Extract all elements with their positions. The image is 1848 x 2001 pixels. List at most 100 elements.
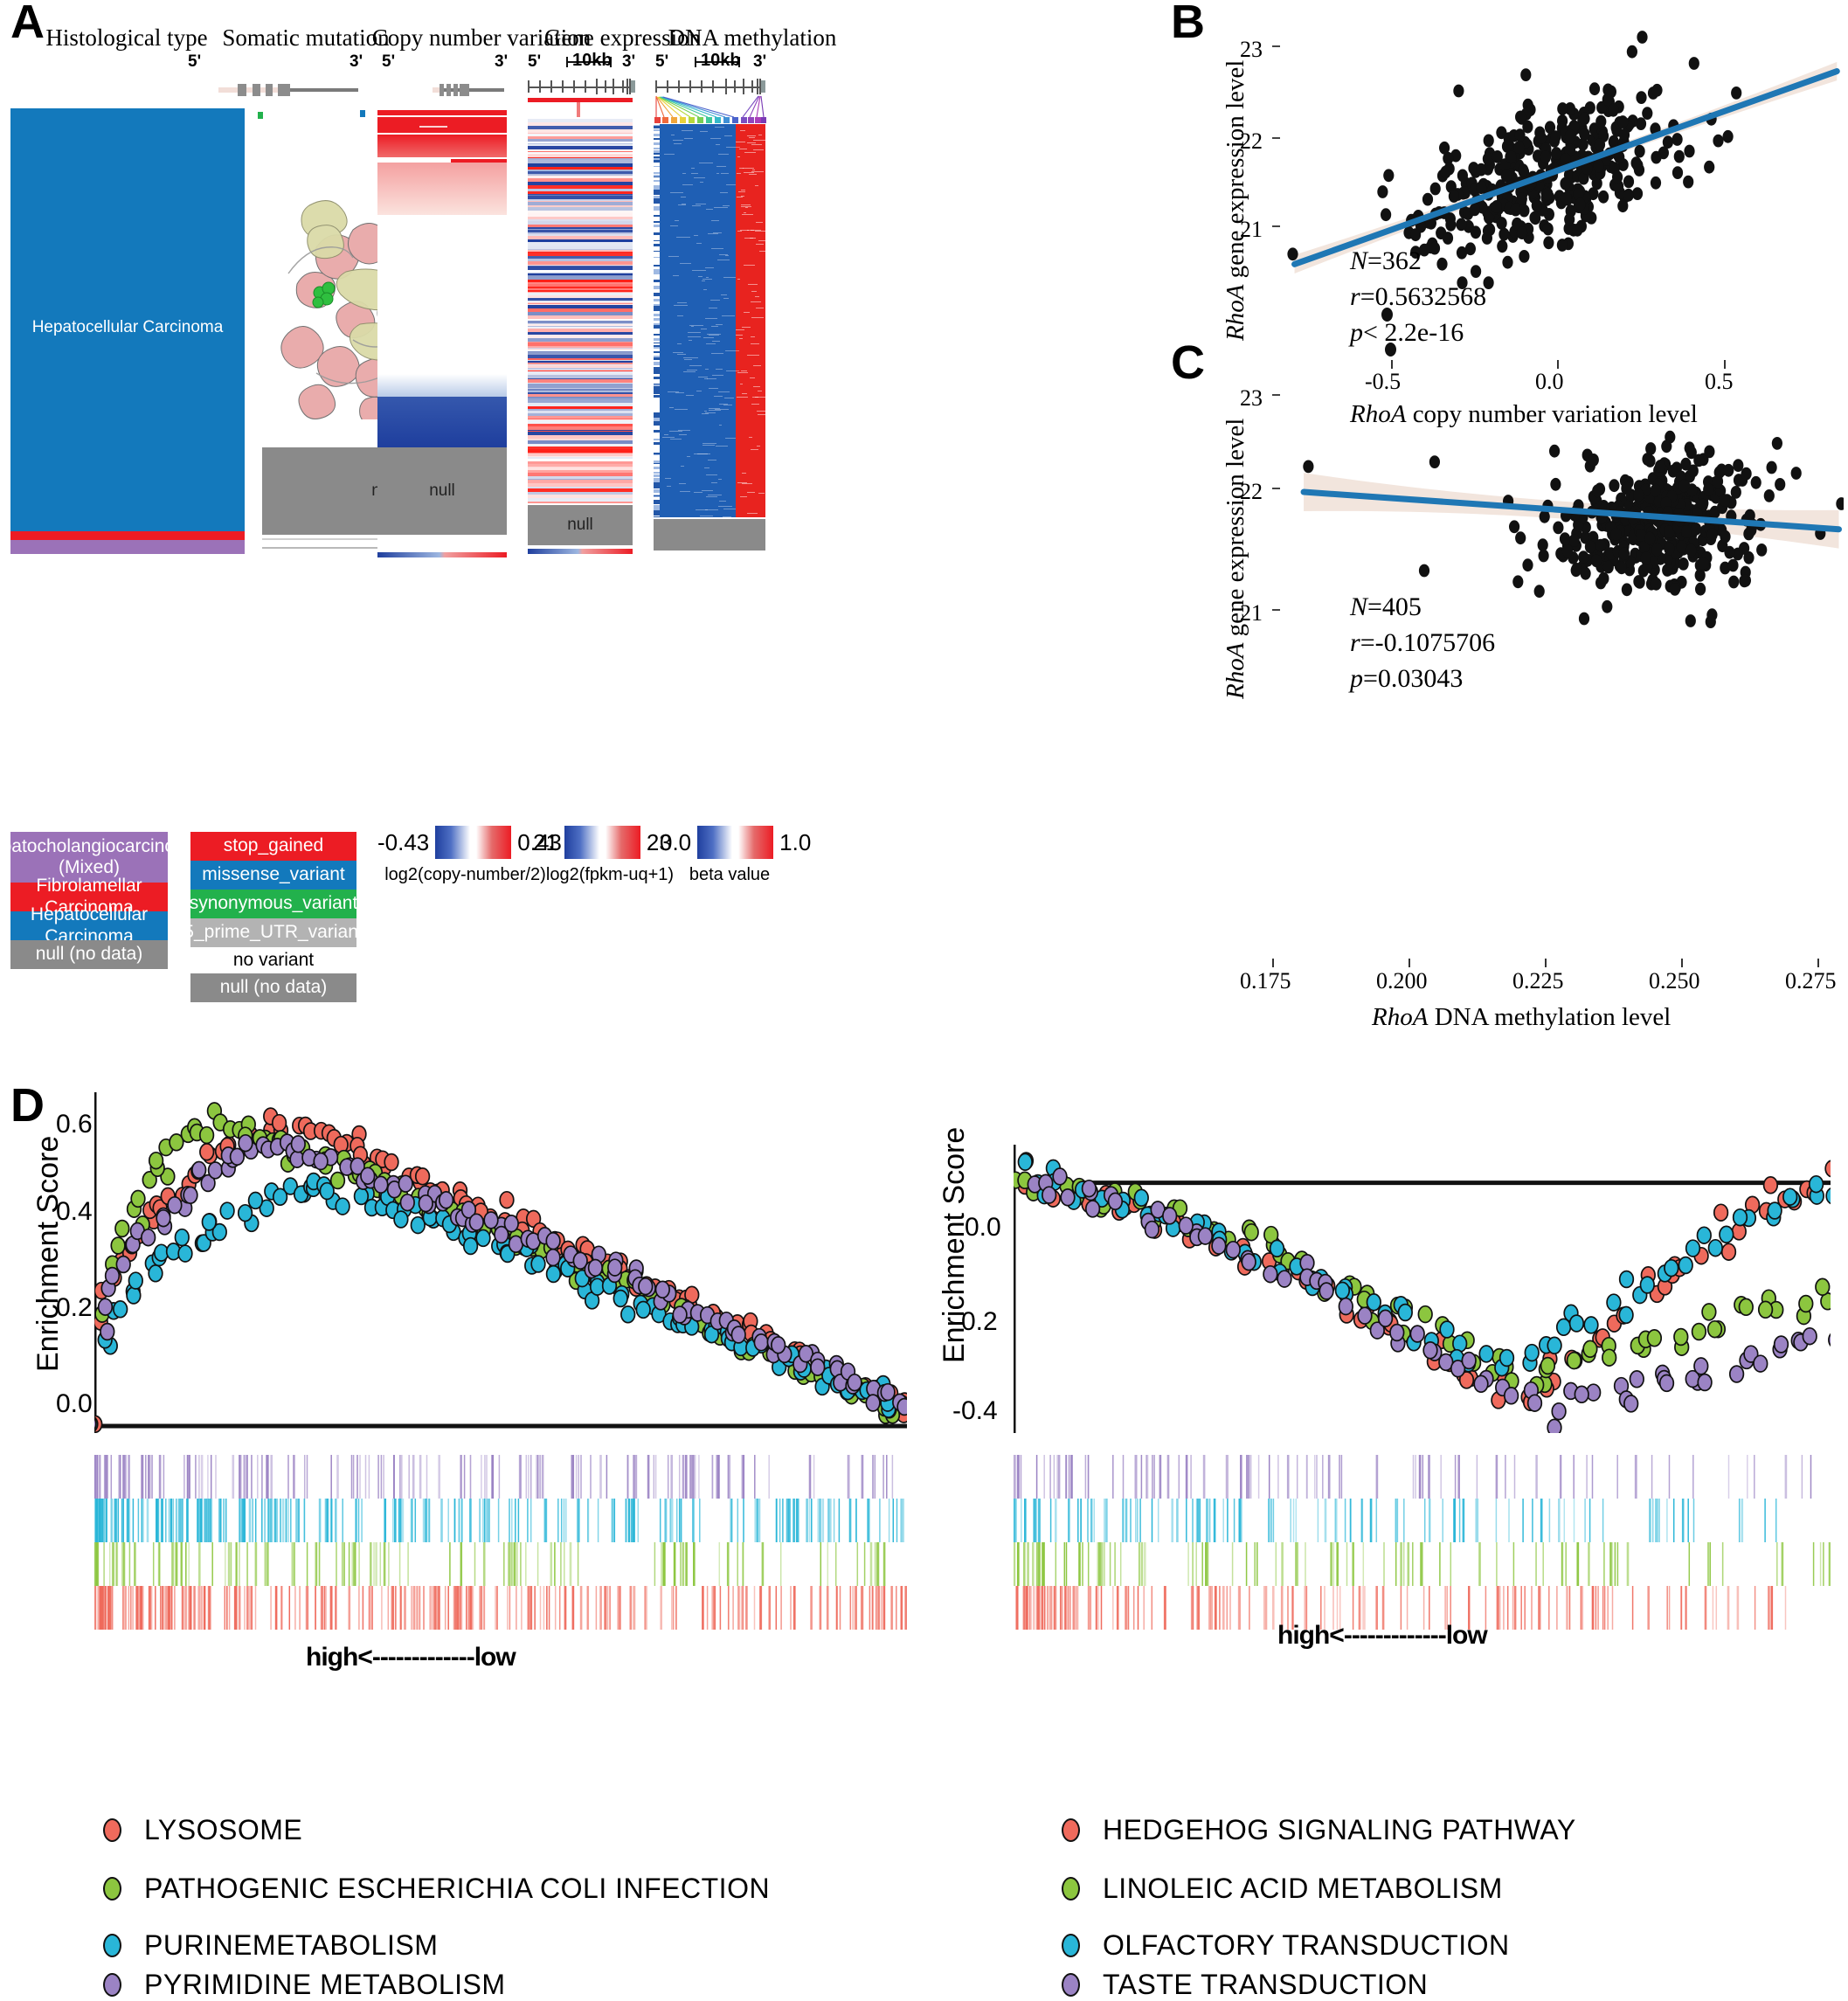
panel-d-left-enrichment-plot <box>94 1092 907 1433</box>
panel-d-right-rank-rug <box>1014 1455 1831 1630</box>
methylation-speckle <box>686 395 694 396</box>
methylation-speckle <box>740 130 745 131</box>
panel-b-stat-r-sym: r <box>1350 282 1360 311</box>
methylation-speckle <box>682 173 686 174</box>
three-prime-label-cnv: 3' <box>495 52 509 71</box>
methylation-speckle <box>718 506 732 507</box>
legend-dot-linoleic-acid <box>1062 1877 1080 1901</box>
cnv-null-label: null <box>429 481 455 500</box>
methylation-speckle <box>757 446 760 447</box>
methylation-speckle <box>753 386 760 387</box>
methylation-speckle <box>664 434 668 435</box>
gene-expression-bottom-strip <box>528 549 633 554</box>
colorbar-expression-min: 21 <box>533 828 558 855</box>
three-prime-label-mutation: 3' <box>350 52 363 71</box>
methylation-speckle <box>662 437 675 438</box>
ruler-gene-expression <box>528 79 635 94</box>
methylation-speckle <box>676 237 690 238</box>
legend-label-taste-transduction: TASTE TRANSDUCTION <box>1103 1969 1429 2000</box>
methylation-speckle <box>716 446 728 447</box>
panel-d-left-ytick-04: 0.4 <box>56 1197 93 1226</box>
panel-c-stat-n-val: =405 <box>1367 592 1422 621</box>
panel-d-left-rank-label: high<-------------low <box>306 1643 516 1672</box>
methylation-speckle <box>682 130 693 131</box>
methylation-speckle <box>747 142 756 143</box>
methylation-speckle <box>750 238 756 239</box>
legend-d-left-item-0: LYSOSOME <box>103 1814 302 1846</box>
methylation-speckle <box>702 413 709 414</box>
panel-b-stat-r: r=0.5632568 <box>1350 282 1486 312</box>
methylation-speckle <box>725 438 736 439</box>
methylation-speckle <box>670 225 678 226</box>
methylation-speckle <box>718 154 729 155</box>
panel-c-xtick-0175: 0.175 <box>1240 968 1291 994</box>
methylation-speckle <box>703 445 715 446</box>
panel-b-ytick-mark-21 <box>1272 225 1280 227</box>
legend-dot-ecoli-infection <box>103 1877 121 1901</box>
legend-item-stop-gained: stop_gained <box>190 832 356 861</box>
methylation-speckle <box>704 467 709 468</box>
methylation-speckle <box>721 294 727 295</box>
methylation-speckle <box>710 138 721 139</box>
legend-dot-hedgehog-pathway <box>1062 1818 1080 1842</box>
legend-d-left-item-2: PURINEMETABOLISM <box>103 1929 438 1962</box>
methylation-speckle <box>679 483 686 484</box>
gene-model-somatic-mutation <box>218 84 358 96</box>
methylation-speckle <box>750 377 755 378</box>
panel-b-stat-n-val: =362 <box>1367 246 1422 275</box>
panel-letter-d: D <box>10 1079 45 1132</box>
gene-expression-null-block: null <box>528 505 633 545</box>
methylation-high-region <box>736 124 765 517</box>
legend-label-histology-null: null (no data) <box>35 944 143 965</box>
variant-marker-synonymous <box>258 112 263 119</box>
methylation-speckle <box>737 397 748 398</box>
colorbar-expression-red-swatch <box>605 826 640 859</box>
colorbar-cnv-min: -0.43 <box>377 828 430 855</box>
colorbar-methylation-caption: beta value <box>689 865 771 884</box>
methylation-speckle <box>675 220 679 221</box>
cpg-fan-diagram <box>654 95 766 123</box>
panel-c-xtick-mark-3 <box>1545 959 1547 967</box>
methylation-speckle <box>755 296 759 297</box>
panel-d-right-ytick-02: -0.2 <box>952 1307 998 1336</box>
colorbar-methylation-blue-swatch <box>697 826 733 859</box>
histology-band-fibrolamellar <box>10 531 245 540</box>
methylation-speckle <box>741 206 751 207</box>
methylation-speckle <box>758 240 765 241</box>
methylation-speckle <box>682 184 693 185</box>
methylation-speckle <box>747 492 755 493</box>
panel-b-stat-n: N=362 <box>1350 246 1422 276</box>
legend-dot-taste-transduction <box>1062 1973 1080 1997</box>
panel-b-stray-point-1 <box>1381 308 1393 322</box>
methylation-speckle <box>737 156 740 157</box>
methylation-speckle <box>751 291 757 292</box>
methylation-speckle <box>753 149 764 150</box>
panel-d-right-rank-label: high<-------------low <box>1277 1621 1488 1650</box>
variant-marker-missense <box>360 110 365 117</box>
panel-c-ytick-mark-22 <box>1272 488 1280 489</box>
panel-c-xtick-0275: 0.275 <box>1785 968 1837 994</box>
methylation-speckle <box>683 357 695 358</box>
colorbar-expression: 21 23 <box>533 826 672 859</box>
methylation-speckle <box>723 516 731 517</box>
methylation-speckle <box>694 177 705 178</box>
methylation-speckle <box>753 365 761 366</box>
methylation-speckle <box>745 207 748 208</box>
methylation-speckle <box>719 501 726 502</box>
panel-b-ytick-mark-22 <box>1272 137 1280 139</box>
methylation-speckle <box>691 173 698 174</box>
panel-c-stat-r: r=-0.1075706 <box>1350 628 1495 658</box>
five-prime-label-cnv: 5' <box>382 52 396 71</box>
methylation-speckle <box>726 147 740 148</box>
methylation-speckle <box>723 298 729 299</box>
methylation-speckle <box>669 407 674 408</box>
methylation-speckle <box>718 479 722 480</box>
panel-b-stat-p: p< 2.2e-16 <box>1350 318 1464 348</box>
panel-c-ytick-mark-21 <box>1272 609 1280 611</box>
histology-legend: Hepatocholangiocarcinoma (Mixed) Fibrolam… <box>0 832 200 969</box>
methylation-speckle <box>756 222 763 223</box>
methylation-speckle <box>709 388 718 389</box>
panel-d-left-rank-rug <box>94 1455 907 1630</box>
panel-c-x-rest: DNA methylation level <box>1428 1003 1672 1031</box>
panel-c-stat-p-val: =0.03043 <box>1363 664 1464 693</box>
